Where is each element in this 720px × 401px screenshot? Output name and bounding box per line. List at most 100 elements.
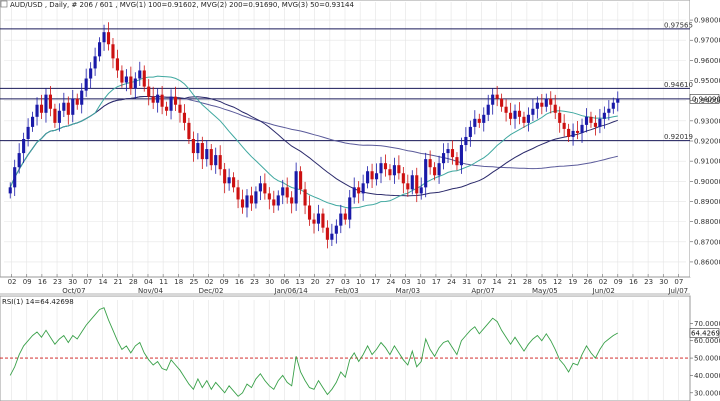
candle-body-down (553, 104, 557, 113)
candle-body-down (495, 94, 499, 99)
time-day-label: 18 (174, 278, 183, 286)
level-label: 0.92019 (664, 133, 693, 141)
candle-body-up (468, 126, 472, 137)
time-day-label: 03 (402, 278, 411, 286)
time-day-label: 24 (386, 278, 395, 286)
candle-body-down (111, 44, 115, 59)
time-day-label: 16 (38, 278, 47, 286)
candle-body-up (513, 110, 517, 119)
time-day-label: 05 (538, 278, 547, 286)
price-tick-label: 0.87000 (694, 238, 720, 246)
candle-body-up (464, 136, 468, 146)
candle-body-down (232, 177, 236, 188)
candle-body-up (124, 76, 128, 83)
rsi-header: RSI(1) 14=64.42698 (2, 298, 74, 306)
candle-body-up (392, 165, 396, 176)
candle-body-up (84, 78, 88, 91)
price-tick-label: 0.98000 (694, 17, 720, 25)
time-day-label: 17 (371, 278, 380, 286)
time-day-label: 13 (296, 278, 305, 286)
price-tick-label: 0.97000 (694, 37, 720, 45)
candle-body-up (8, 187, 12, 194)
time-month-label: Jul/07 (667, 287, 688, 295)
candle-body-up (26, 126, 30, 139)
candle-body-down (433, 167, 437, 176)
time-day-label: 23 (250, 278, 259, 286)
candle-body-up (258, 183, 262, 192)
candle-body-up (526, 114, 530, 123)
candle-body-down (165, 106, 169, 111)
time-day-label: 14 (99, 278, 108, 286)
time-day-label: 17 (432, 278, 441, 286)
candle-body-down (567, 128, 571, 137)
candle-body-down (575, 130, 580, 133)
candle-body-down (106, 32, 111, 45)
candle-body-up (366, 171, 370, 184)
time-day-label: 07 (674, 278, 683, 286)
candle-body-up (80, 90, 84, 105)
candle-body-up (535, 102, 539, 109)
time-day-label: 30 (659, 278, 668, 286)
time-day-label: 21 (508, 278, 517, 286)
time-day-label: 04 (144, 278, 153, 286)
collapse-icon[interactable] (0, 0, 8, 8)
candle-body-up (348, 197, 352, 220)
candle-body-up (316, 213, 321, 224)
candle-body-down (321, 213, 325, 228)
candle-body-up (571, 130, 575, 137)
time-day-label: 16 (235, 278, 244, 286)
time-month-label: Jan/06/14 (273, 287, 308, 295)
time-day-label: 09 (614, 278, 623, 286)
candle-body-down (209, 149, 213, 166)
candle-body-up (71, 98, 75, 115)
candle-body-down (593, 122, 597, 127)
candle-body-up (437, 163, 441, 176)
time-day-label: 23 (644, 278, 653, 286)
time-month-label: Jun/02 (592, 287, 615, 295)
time-day-label: 09 (23, 278, 32, 286)
price-tick-label: 0.93000 (694, 117, 720, 125)
candle-body-down (504, 106, 508, 113)
candle-body-down (303, 189, 307, 206)
level-label: 0.97565 (664, 21, 693, 29)
candle-body-up (62, 102, 66, 111)
time-day-label: 28 (523, 278, 532, 286)
rsi-tick-label: 70.00000 (694, 320, 720, 328)
candle-body-up (214, 155, 218, 166)
rsi-title: RSI(1) 14=64.42698 (2, 298, 74, 306)
candle-body-down (178, 104, 182, 113)
candle-body-up (169, 96, 173, 111)
candle-body-up (330, 233, 334, 240)
time-day-label: 25 (189, 278, 198, 286)
candle-body-down (53, 108, 57, 123)
candle-body-down (589, 116, 593, 123)
time-day-label: 20 (311, 278, 320, 286)
candle-body-down (455, 157, 459, 166)
price-tick-label: 0.92000 (694, 138, 720, 146)
candle-body-down (240, 199, 245, 208)
time-month-label: Mar/03 (396, 287, 420, 295)
candle-body-up (410, 175, 414, 190)
candle-body-down (263, 183, 267, 194)
price-tick-label: 0.86000 (694, 258, 720, 266)
time-day-label: 12 (553, 278, 562, 286)
candle-body-down (223, 169, 227, 184)
candle-body-up (352, 187, 356, 198)
candle-body-up (281, 187, 285, 196)
candle-body-down (173, 96, 178, 105)
candle-body-down (428, 159, 432, 168)
candle-body-up (598, 118, 602, 127)
candle-body-up (580, 124, 584, 133)
candle-body-up (98, 42, 102, 57)
time-day-label: 07 (83, 278, 92, 286)
candle-body-up (607, 108, 611, 113)
time-day-label: 21 (114, 278, 123, 286)
candle-body-up (419, 187, 423, 194)
price-tick-label: 0.94000 (694, 97, 720, 105)
time-month-label: Feb/03 (335, 287, 359, 295)
candle-body-down (401, 173, 405, 184)
time-day-label: 30 (68, 278, 77, 286)
time-month-label: Apr/07 (471, 287, 494, 295)
time-day-label: 10 (417, 278, 426, 286)
time-day-label: 26 (583, 278, 592, 286)
